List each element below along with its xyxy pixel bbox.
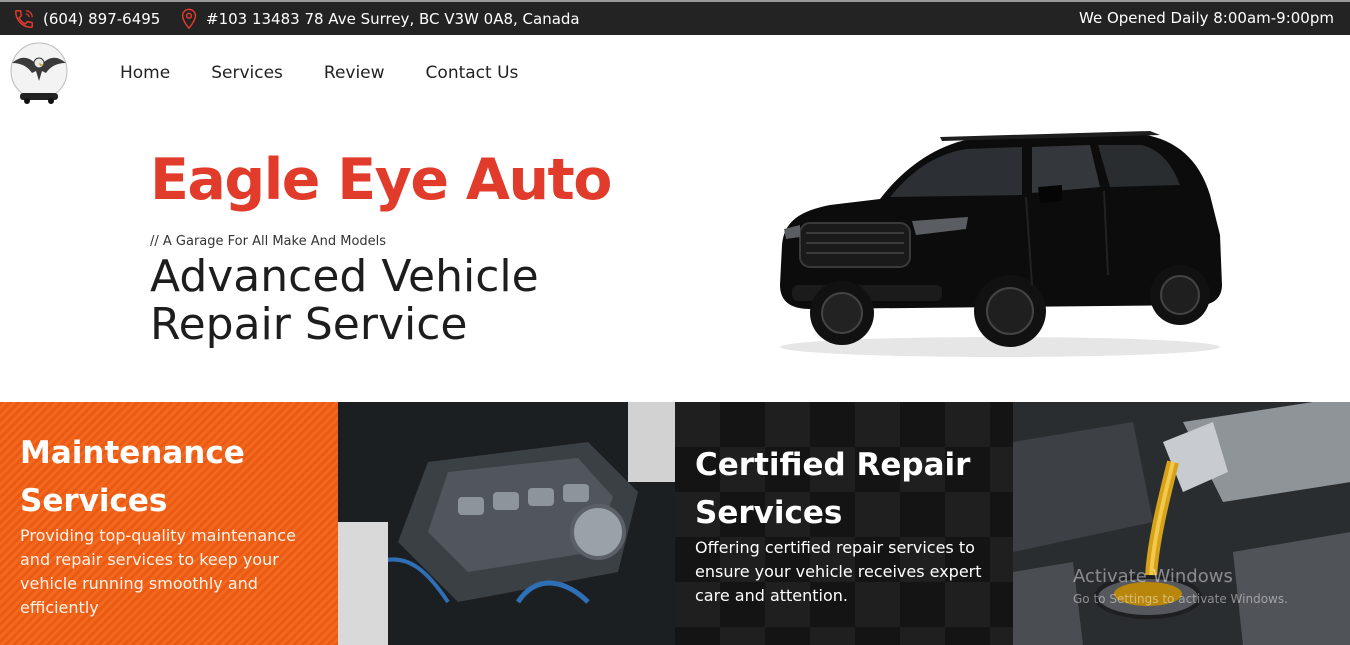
hero-title: Eagle Eye Auto [150,147,612,213]
activate-windows-hint: Go to Settings to activate Windows. [1073,592,1288,606]
certified-repair-card[interactable]: Certified Repair Services Offering certi… [675,402,1013,645]
nav-home[interactable]: Home [120,63,170,83]
nav-menu: Home Services Review Contact Us [120,63,518,83]
engine-image [337,402,675,645]
phone-number[interactable]: (604) 897-6495 [43,10,160,28]
map-pin-icon [180,8,198,30]
nav-services[interactable]: Services [211,63,283,83]
hero-tagline: // A Garage For All Make And Models [150,234,387,249]
certified-repair-title: Certified Repair Services [695,447,971,531]
main-navigation: Home Services Review Contact Us [0,35,1350,115]
address-contact[interactable]: #103 13483 78 Ave Surrey, BC V3W 0A8, Ca… [180,8,580,30]
phone-contact[interactable]: (604) 897-6495 [13,8,160,30]
top-info-bar: (604) 897-6495 #103 13483 78 Ave Surrey,… [0,0,1350,35]
eagle-logo[interactable] [6,41,72,107]
nav-contact-us[interactable]: Contact Us [426,63,519,83]
phone-icon [13,8,35,30]
address-text[interactable]: #103 13483 78 Ave Surrey, BC V3W 0A8, Ca… [206,10,580,28]
nav-review[interactable]: Review [324,63,385,83]
oil-change-image [1012,402,1350,645]
opening-hours: We Opened Daily 8:00am-9:00pm [1079,9,1334,27]
certified-repair-description: Offering certified repair services to en… [695,538,982,605]
maintenance-services-card[interactable]: Maintenance Services Providing top-quali… [0,402,338,645]
services-panels: Maintenance Services Providing top-quali… [0,402,1350,645]
maintenance-title: Maintenance Services [20,435,245,519]
hero-subtitle: Advanced Vehicle Repair Service [150,251,539,350]
maintenance-description: Providing top-quality maintenance and re… [20,526,296,617]
activate-windows-watermark: Activate Windows [1073,566,1233,587]
suv-image [770,125,1230,360]
